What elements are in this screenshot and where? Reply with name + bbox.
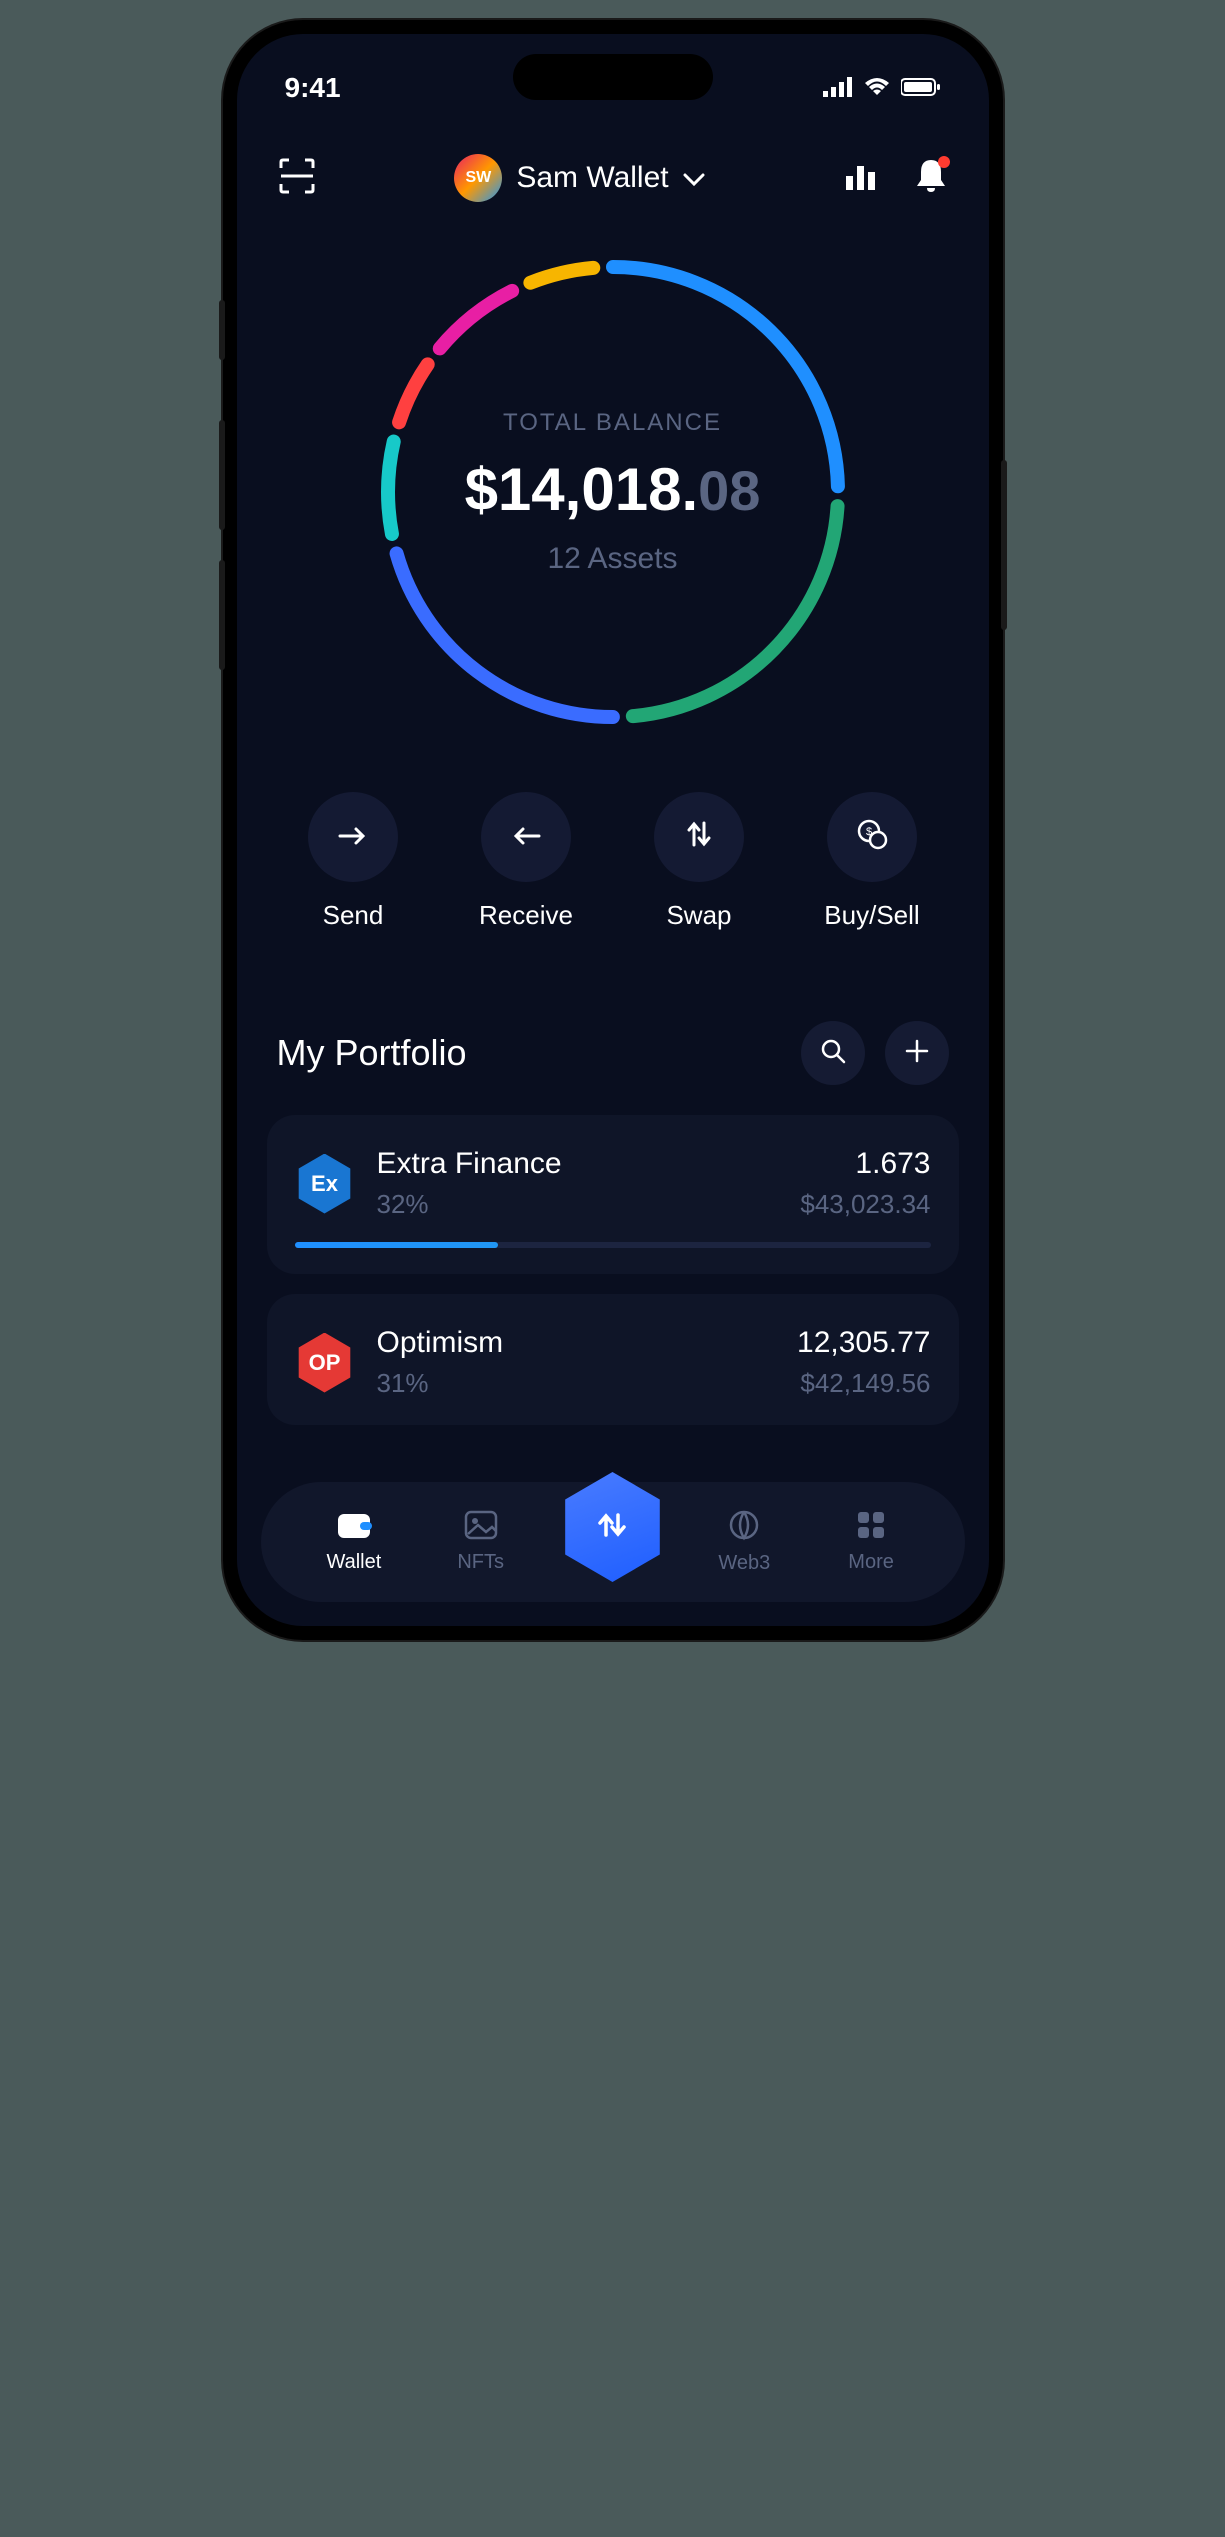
send-label: Send bbox=[323, 900, 384, 931]
asset-amount: 12,305.77 bbox=[797, 1326, 930, 1360]
battery-icon bbox=[901, 72, 941, 104]
asset-icon: OP bbox=[295, 1333, 355, 1393]
chevron-down-icon bbox=[683, 161, 705, 195]
portfolio-donut-chart[interactable]: TOTAL BALANCE $14,018.08 12 Assets bbox=[237, 222, 989, 742]
search-button[interactable] bbox=[801, 1021, 865, 1085]
swap-fab-icon bbox=[592, 1505, 632, 1550]
balance-decimals: 08 bbox=[698, 458, 760, 523]
swap-label: Swap bbox=[666, 900, 731, 931]
asset-name: Optimism bbox=[377, 1326, 776, 1360]
action-row: Send Receive Swap $ Buy/Sell bbox=[237, 742, 989, 961]
buysell-label: Buy/Sell bbox=[824, 900, 919, 931]
tab-web3[interactable]: Web3 bbox=[694, 1509, 794, 1575]
portfolio-title: My Portfolio bbox=[277, 1032, 467, 1074]
balance-main: $14,018. bbox=[465, 455, 699, 524]
wallet-icon bbox=[336, 1510, 372, 1545]
coin-icon: $ bbox=[856, 818, 888, 857]
status-icons bbox=[823, 72, 941, 104]
stats-icon[interactable] bbox=[842, 158, 878, 199]
screen: 9:41 SW Sam Walle bbox=[237, 34, 989, 1626]
asset-card[interactable]: Ex Extra Finance 32% 1.673 $43,023.34 bbox=[267, 1115, 959, 1274]
search-icon bbox=[819, 1037, 847, 1070]
volume-up-button bbox=[219, 420, 225, 530]
tab-wallet[interactable]: Wallet bbox=[304, 1510, 404, 1574]
wifi-icon bbox=[863, 72, 891, 104]
cellular-icon bbox=[823, 72, 853, 104]
tab-bar: Wallet NFTs Web3 More bbox=[261, 1482, 965, 1602]
notification-badge bbox=[938, 156, 950, 168]
balance-label: TOTAL BALANCE bbox=[503, 409, 722, 437]
dynamic-island bbox=[513, 54, 713, 100]
status-time: 9:41 bbox=[285, 72, 341, 104]
tab-nfts-label: NFTs bbox=[457, 1551, 504, 1574]
asset-name: Extra Finance bbox=[377, 1147, 779, 1181]
tab-more[interactable]: More bbox=[821, 1510, 921, 1574]
asset-list: Ex Extra Finance 32% 1.673 $43,023.34 OP… bbox=[237, 1115, 989, 1425]
donut-center: TOTAL BALANCE $14,018.08 12 Assets bbox=[363, 242, 863, 742]
fab-swap[interactable] bbox=[557, 1472, 667, 1582]
balance-value: $14,018.08 bbox=[465, 455, 761, 524]
asset-card[interactable]: OP Optimism 31% 12,305.77 $42,149.56 bbox=[267, 1294, 959, 1425]
add-asset-button[interactable] bbox=[885, 1021, 949, 1085]
send-button[interactable]: Send bbox=[283, 792, 423, 931]
grid-icon bbox=[856, 1510, 886, 1545]
wallet-name: Sam Wallet bbox=[516, 161, 668, 195]
image-icon bbox=[464, 1510, 498, 1545]
swap-button[interactable]: Swap bbox=[629, 792, 769, 931]
plus-icon bbox=[904, 1038, 930, 1069]
arrow-right-icon bbox=[338, 821, 368, 853]
tab-wallet-label: Wallet bbox=[326, 1551, 381, 1574]
assets-count: 12 Assets bbox=[547, 542, 677, 576]
progress-fill bbox=[295, 1242, 499, 1248]
asset-percent: 32% bbox=[377, 1189, 779, 1220]
progress-track bbox=[295, 1242, 931, 1248]
phone-frame: 9:41 SW Sam Walle bbox=[223, 20, 1003, 1640]
tab-more-label: More bbox=[848, 1551, 894, 1574]
arrow-left-icon bbox=[511, 821, 541, 853]
globe-icon bbox=[728, 1509, 760, 1546]
asset-amount: 1.673 bbox=[800, 1147, 930, 1181]
notifications-button[interactable] bbox=[914, 158, 948, 199]
portfolio-header: My Portfolio bbox=[237, 961, 989, 1115]
avatar-initials: SW bbox=[465, 169, 491, 187]
swap-icon bbox=[685, 819, 713, 856]
asset-usd: $43,023.34 bbox=[800, 1189, 930, 1220]
asset-percent: 31% bbox=[377, 1368, 776, 1399]
wallet-selector[interactable]: SW Sam Wallet bbox=[454, 154, 704, 202]
avatar: SW bbox=[454, 154, 502, 202]
receive-button[interactable]: Receive bbox=[456, 792, 596, 931]
app-header: SW Sam Wallet bbox=[237, 114, 989, 222]
asset-icon: Ex bbox=[295, 1154, 355, 1214]
receive-label: Receive bbox=[479, 900, 573, 931]
power-button bbox=[1001, 460, 1007, 630]
side-button bbox=[219, 300, 225, 360]
volume-down-button bbox=[219, 560, 225, 670]
buysell-button[interactable]: $ Buy/Sell bbox=[802, 792, 942, 931]
tab-web3-label: Web3 bbox=[718, 1552, 770, 1575]
tab-nfts[interactable]: NFTs bbox=[431, 1510, 531, 1574]
scan-icon[interactable] bbox=[277, 156, 317, 201]
asset-usd: $42,149.56 bbox=[797, 1368, 930, 1399]
